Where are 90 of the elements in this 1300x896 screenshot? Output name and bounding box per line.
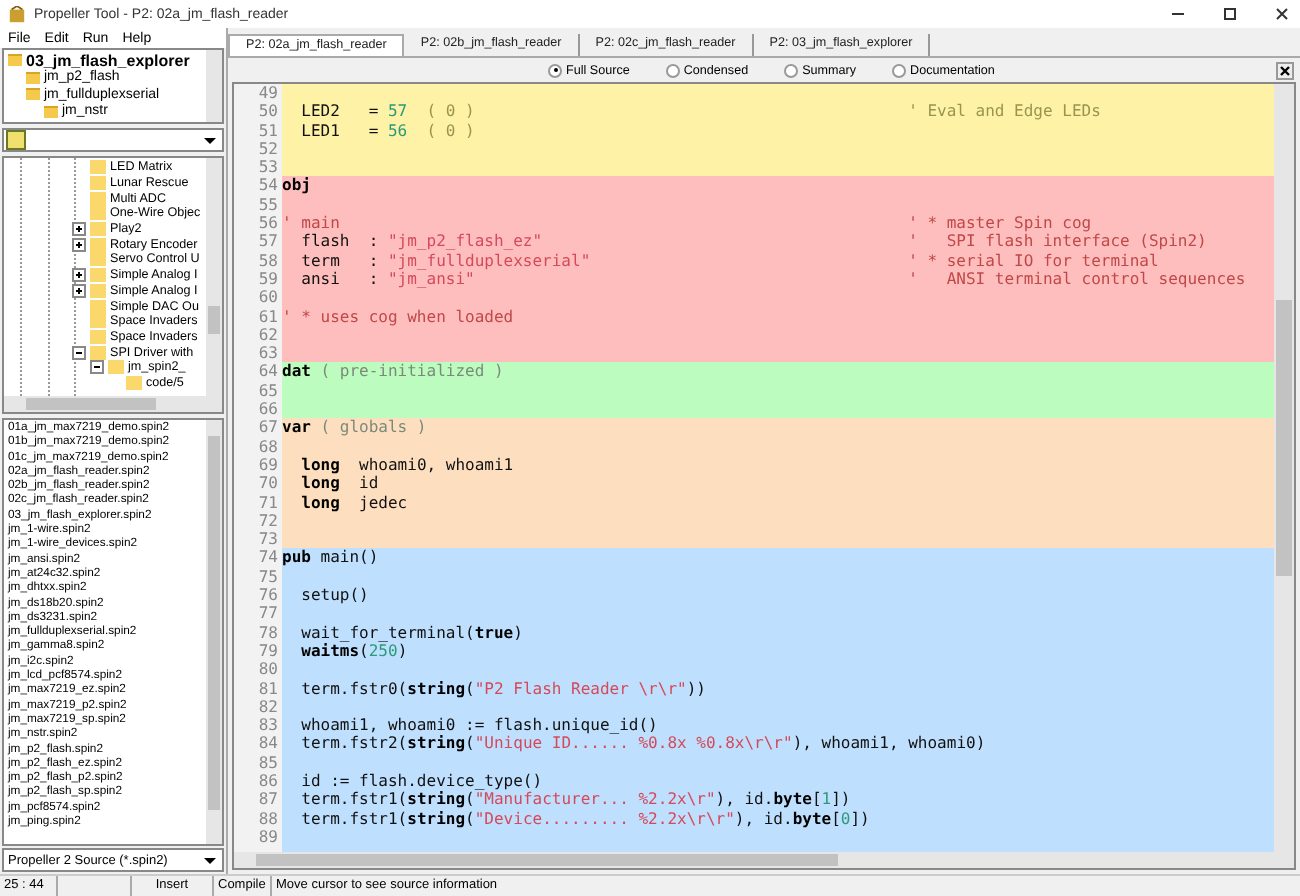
line-number: 75	[256, 567, 280, 587]
line-number: 86	[256, 771, 280, 791]
code-line: term.fstr0(string("P2 Flash Reader \r\r"))	[299, 679, 706, 698]
code-line: term.fstr1(string("Manufacturer... %2.2x\r"), id.byte[1])	[299, 790, 851, 810]
line-number: 69	[256, 455, 280, 475]
code-line: flash : "jm_p2_flash_ez"	[299, 232, 545, 252]
line-number: 83	[256, 716, 280, 735]
code-line: long id	[299, 474, 379, 494]
code-line: obj	[282, 176, 311, 196]
line-number: 72	[256, 511, 280, 531]
code-line: id := flash.device_type()	[299, 771, 543, 791]
line-number: 71	[256, 493, 280, 512]
line-number: 67	[256, 418, 280, 438]
line-number: 60	[256, 288, 280, 308]
line-number: 82	[256, 697, 280, 717]
code-line: term.fstr1(string("Device......... %2.2x\r\r"), id.byte[0])	[299, 809, 870, 828]
line-number: 61	[256, 307, 280, 326]
code-line: term : "jm_fullduplexserial"	[299, 251, 593, 270]
drive-dropdown[interactable]	[2, 128, 224, 152]
code-line: dat ( pre-initialized )	[282, 362, 504, 382]
line-number: 74	[256, 548, 280, 568]
line-number: 55	[256, 195, 280, 215]
code-comment: ' * master Spin cog	[908, 214, 1092, 233]
expand-toggle-icon[interactable]	[90, 360, 104, 375]
line-number: 76	[256, 586, 280, 605]
line-number: 52	[256, 139, 280, 159]
line-number: 49	[256, 84, 280, 103]
code-comment: ' ANSI terminal control sequences	[908, 269, 1246, 289]
scrollbar[interactable]	[206, 420, 222, 844]
line-number: 63	[256, 344, 280, 363]
close-icon[interactable]	[1276, 61, 1294, 79]
line-number: 78	[256, 623, 280, 642]
expand-toggle-icon[interactable]	[72, 222, 86, 237]
code-line: long jedec	[299, 493, 408, 512]
code-line: LED2 = 57 ( 0 )	[299, 102, 477, 122]
dropdown-arrow-icon	[204, 137, 216, 143]
line-number: 62	[256, 325, 280, 345]
line-number: 85	[256, 753, 280, 772]
line-number: 50	[256, 102, 280, 122]
line-number: 87	[256, 790, 280, 810]
code-line: setup()	[299, 586, 369, 605]
code-line: var ( globals )	[282, 418, 427, 438]
scrollbar[interactable]	[234, 852, 1294, 868]
line-number: 56	[256, 214, 280, 233]
tree-item[interactable]: 03_jm_flash_explorer	[26, 51, 190, 70]
line-number: 54	[256, 176, 280, 196]
code-line: ' main	[282, 214, 342, 233]
code-comment: ' SPI flash interface (Spin2)	[908, 232, 1207, 252]
line-number: 68	[256, 437, 280, 456]
line-number: 73	[256, 530, 280, 549]
code-comment: ' * serial IO for terminal	[908, 251, 1159, 270]
code-line: wait_for_terminal(true)	[299, 623, 523, 642]
code-comment: ' Eval and Edge LEDs	[908, 102, 1101, 122]
line-number: 79	[256, 641, 280, 661]
expand-toggle-icon[interactable]	[72, 283, 86, 298]
line-number: 88	[256, 809, 280, 828]
expand-toggle-icon[interactable]	[72, 345, 86, 360]
expand-toggle-icon[interactable]	[72, 237, 86, 252]
expand-toggle-icon[interactable]	[72, 268, 86, 283]
drive-icon	[6, 130, 26, 150]
scrollbar[interactable]	[1274, 84, 1294, 852]
line-number: 57	[256, 232, 280, 252]
line-number: 64	[256, 362, 280, 382]
code-line: ansi : "jm_ansi"	[299, 269, 475, 289]
code-line: pub main()	[282, 548, 379, 568]
line-number: 89	[256, 827, 280, 847]
line-number: 53	[256, 158, 280, 177]
app-icon	[8, 5, 26, 23]
code-line: long whoami0, whoami1	[299, 455, 514, 475]
line-number: 84	[256, 734, 280, 754]
line-number: 66	[256, 400, 280, 419]
close-icon[interactable]	[1272, 4, 1292, 24]
code-line: term.fstr2(string("Unique ID...... %0.8x %0.8x\r\r"), whoami1, whoami0)	[299, 734, 986, 754]
scrollbar[interactable]	[2, 396, 224, 414]
scrollbar[interactable]	[206, 50, 222, 122]
line-number: 80	[256, 660, 280, 679]
code-line: ' * uses cog when loaded	[282, 307, 514, 326]
line-number: 70	[256, 474, 280, 494]
code-line: whoami1, whoami0 := flash.unique_id()	[299, 716, 658, 735]
scrollbar[interactable]	[206, 158, 222, 396]
line-number: 58	[256, 251, 280, 270]
code-line: waitms(250)	[299, 641, 408, 661]
line-number: 77	[256, 604, 280, 624]
line-number: 51	[256, 121, 280, 140]
line-number: 59	[256, 269, 280, 289]
code-line: LED1 = 56 ( 0 )	[299, 121, 475, 140]
dropdown-arrow-icon	[204, 857, 216, 863]
line-number: 81	[256, 679, 280, 698]
line-number: 65	[256, 381, 280, 401]
maximize-icon[interactable]	[1220, 4, 1240, 24]
